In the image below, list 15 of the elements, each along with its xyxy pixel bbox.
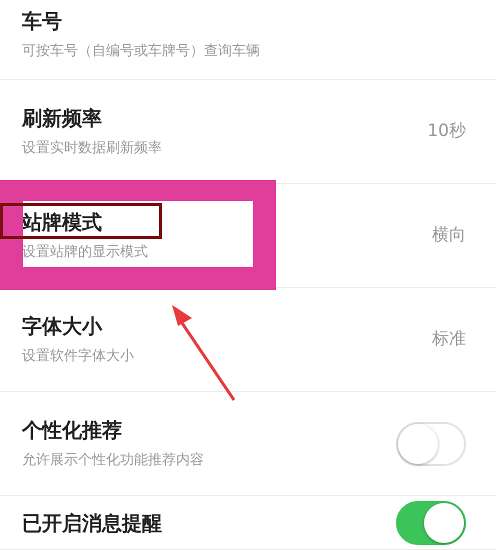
- setting-title: 刷新频率: [22, 105, 102, 131]
- setting-description: 设置实时数据刷新频率: [22, 139, 162, 158]
- setting-value[interactable]: 标准: [432, 326, 466, 352]
- setting-title: 站牌模式: [22, 209, 102, 235]
- setting-description: 设置站牌的显示模式: [22, 243, 148, 262]
- setting-value[interactable]: 横向: [432, 222, 466, 248]
- setting-description: 允许展示个性化功能推荐内容: [22, 451, 204, 470]
- setting-title: 车号: [22, 8, 62, 34]
- setting-title: 字体大小: [22, 313, 102, 339]
- setting-title: 个性化推荐: [22, 417, 122, 443]
- toggle-switch[interactable]: [396, 500, 466, 544]
- setting-title: 已开启消息提醒: [22, 510, 162, 536]
- setting-value[interactable]: 10秒: [427, 118, 466, 144]
- setting-description: 设置软件字体大小: [22, 347, 134, 366]
- setting-description: 可按车号（自编号或车牌号）查询车辆: [22, 42, 260, 61]
